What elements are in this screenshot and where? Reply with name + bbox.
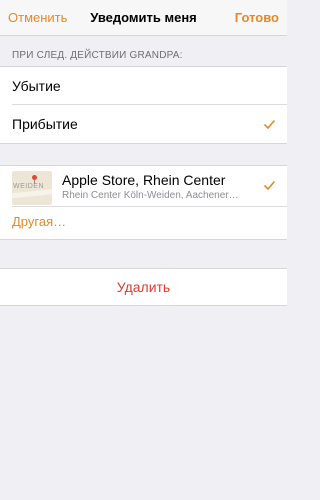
option-leaving-label: Убытие: [12, 78, 61, 94]
row-divider: [12, 206, 287, 207]
map-label: WEIDEN: [13, 183, 44, 190]
map-pin-icon: [32, 175, 37, 180]
delete-button[interactable]: Удалить: [0, 269, 287, 305]
option-arriving-label: Прибытие: [12, 116, 78, 132]
trigger-section-header: ПРИ СЛЕД. ДЕЙСТВИИ GRANDPA:: [12, 50, 183, 61]
location-title[interactable]: Apple Store, Rhein Center: [62, 172, 225, 189]
trigger-options-group: Убытие Прибытие: [0, 66, 287, 144]
navigation-bar: Отменить Уведомить меня Готово: [0, 0, 287, 36]
location-subtitle: Rhein Center Köln-Weiden, Aachener…: [62, 190, 239, 201]
option-leaving[interactable]: Убытие: [0, 67, 287, 105]
delete-group: Удалить: [0, 268, 287, 306]
other-location-button[interactable]: Другая…: [12, 214, 66, 230]
done-button[interactable]: Готово: [235, 10, 279, 26]
location-group: WEIDEN Apple Store, Rhein Center Rhein C…: [0, 165, 287, 240]
notify-me-screen: Отменить Уведомить меня Готово ПРИ СЛЕД.…: [0, 0, 287, 500]
checkmark-icon: [264, 181, 275, 190]
map-thumbnail: WEIDEN: [12, 171, 52, 205]
checkmark-icon: [264, 120, 275, 129]
option-arriving[interactable]: Прибытие: [0, 105, 287, 143]
